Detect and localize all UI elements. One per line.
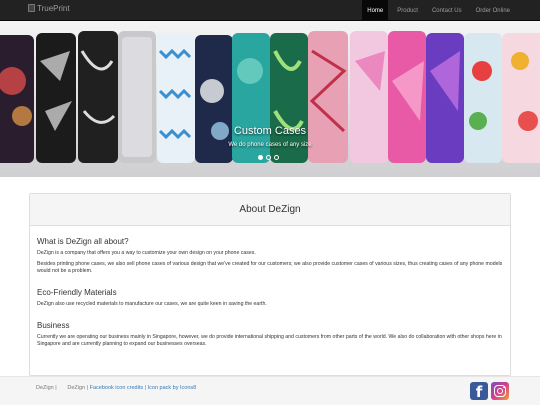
about-heading: About DeZign xyxy=(30,194,510,226)
footer: DeZign | DeZign | Facebook icon credits … xyxy=(0,376,540,405)
brand-logo[interactable]: TruePrint xyxy=(28,1,70,15)
nav-menu: Home Product Contact Us Order Online xyxy=(362,0,515,21)
carousel-indicator-3[interactable] xyxy=(274,155,279,160)
facebook-credits-link[interactable]: Facebook icon credits xyxy=(90,385,144,391)
nav-item-contact-us[interactable]: Contact Us xyxy=(427,0,467,21)
carousel-indicator-2[interactable] xyxy=(266,155,271,160)
footer-separator: | xyxy=(144,385,147,391)
carousel-indicator-1[interactable] xyxy=(258,155,263,160)
section-title-eco-friendly: Eco-Friendly Materials xyxy=(37,288,117,297)
footer-credits: DeZign | DeZign | Facebook icon credits … xyxy=(36,385,196,391)
section-paragraph: DeZign also use recycled materials to ma… xyxy=(37,301,267,307)
carousel-image xyxy=(0,21,540,177)
section-paragraph: Currently we are operating our business … xyxy=(37,334,502,347)
about-panel: About DeZign What is DeZign all about? D… xyxy=(29,193,511,376)
section-title-what-is: What is DeZign all about? xyxy=(37,237,129,246)
instagram-flash-shape xyxy=(503,386,505,389)
brand-alt-text: TruePrint xyxy=(37,3,70,13)
instagram-lens-shape xyxy=(497,388,503,394)
footer-copyright: DeZign | xyxy=(36,385,57,391)
carousel-caption-subtitle: We do phone cases of any size xyxy=(228,142,312,148)
carousel-caption-title: Custom Cases xyxy=(233,125,307,137)
navbar: TruePrint Home Product Contact Us Order … xyxy=(0,0,540,21)
section-paragraph: DeZign is a company that offers you a wa… xyxy=(37,250,256,256)
section-title-business: Business xyxy=(37,321,70,330)
broken-image-icon xyxy=(28,4,35,12)
nav-item-home[interactable]: Home xyxy=(362,0,389,21)
icons8-credits-link[interactable]: Icon pack by Icons8 xyxy=(148,385,197,391)
nav-item-product[interactable]: Product xyxy=(392,0,423,21)
section-paragraph: Besides printing phone cases, we also se… xyxy=(37,261,503,274)
nav-item-order-online[interactable]: Order Online xyxy=(471,0,515,21)
facebook-icon[interactable]: f xyxy=(470,382,488,401)
about-body: What is DeZign all about? DeZign is a co… xyxy=(30,226,510,355)
hero-carousel[interactable]: Custom Cases We do phone cases of any si… xyxy=(0,21,540,177)
footer-brand: DeZign | xyxy=(67,385,89,391)
carousel-indicators xyxy=(258,155,279,160)
instagram-icon[interactable] xyxy=(491,382,509,400)
